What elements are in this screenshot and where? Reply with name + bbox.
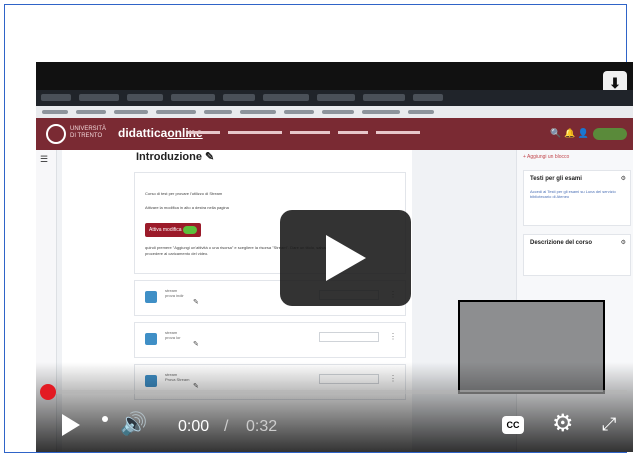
toggle-label: Attiva modifica bbox=[149, 227, 182, 233]
brand-prefix: didattica bbox=[118, 126, 168, 140]
university-name: UNIVERSITÀ DI TRENTO bbox=[70, 126, 107, 139]
play-button[interactable] bbox=[62, 414, 80, 436]
edit-mode-toggle: Attiva modifica bbox=[145, 223, 201, 237]
current-time: 0:00 bbox=[178, 418, 210, 435]
block-gear-icon: ⚙ bbox=[620, 240, 626, 246]
activity-icon bbox=[145, 333, 157, 345]
play-icon bbox=[326, 235, 366, 281]
browser-tab-strip bbox=[36, 90, 633, 106]
big-play-button[interactable] bbox=[280, 210, 411, 306]
fullscreen-icon[interactable]: ⤢ bbox=[602, 412, 616, 436]
moodle-nav-bar: UNIVERSITÀ DI TRENTO didatticaonline 🔍 🔔… bbox=[36, 118, 633, 150]
time-separator: / bbox=[224, 418, 229, 435]
nav-icons: 🔍 🔔 👤 bbox=[550, 128, 589, 138]
settings-icon[interactable]: ⚙ bbox=[552, 412, 574, 436]
card-line-1: Corso di test per provare l'utilizzo di … bbox=[145, 191, 223, 196]
activity-label: stream prova indir bbox=[165, 288, 184, 298]
nav-links bbox=[188, 130, 428, 136]
activity-label: stream prova lor bbox=[165, 330, 181, 340]
edit-mode-pill bbox=[593, 128, 627, 140]
edit-pencil-icon: ✎ bbox=[193, 299, 199, 306]
block-text: Accedi ai Testi per gli esami su Luna de… bbox=[530, 189, 616, 199]
captions-button[interactable]: CC bbox=[502, 416, 524, 434]
more-icon: ⋮ bbox=[389, 332, 397, 341]
activity-row: stream prova lor ✎ ⋮ bbox=[134, 322, 406, 358]
activity-status bbox=[319, 332, 379, 342]
toggle-switch-icon bbox=[183, 226, 197, 234]
university-seal-icon bbox=[46, 124, 66, 144]
video-top-bar: ⬇ bbox=[36, 62, 633, 95]
activity-icon bbox=[145, 291, 157, 303]
add-block-link: + Aggiungi un blocco bbox=[523, 154, 570, 160]
duration: 0:32 bbox=[246, 418, 278, 435]
block-card: Testi per gli esami ⚙ Accedi ai Testi pe… bbox=[523, 170, 631, 226]
edit-pencil-icon: ✎ bbox=[193, 341, 199, 348]
card-line-2: Attivare la modifica in alto a destra ne… bbox=[145, 205, 229, 210]
menu-icon: ☰ bbox=[40, 154, 49, 164]
block-card: Descrizione del corso ⚙ bbox=[523, 234, 631, 276]
browser-bookmarks-bar bbox=[36, 106, 633, 118]
volume-icon[interactable]: 🔊 bbox=[120, 412, 147, 436]
video-player[interactable]: ⬇ UNIVERSITÀ DI TRENTO didatticaonline 🔍… bbox=[36, 62, 633, 452]
section-title-text: Introduzione bbox=[136, 151, 202, 163]
progress-bar[interactable] bbox=[40, 384, 627, 400]
next-icon[interactable] bbox=[102, 416, 108, 422]
block-title: Testi per gli esami bbox=[530, 176, 582, 182]
control-bar: 🔊 0:00 / 0:32 CC ⚙ ⤢ bbox=[36, 398, 633, 452]
block-title: Descrizione del corso bbox=[530, 240, 593, 246]
section-title: Introduzione ✎ bbox=[136, 151, 215, 163]
block-gear-icon: ⚙ bbox=[620, 176, 626, 182]
